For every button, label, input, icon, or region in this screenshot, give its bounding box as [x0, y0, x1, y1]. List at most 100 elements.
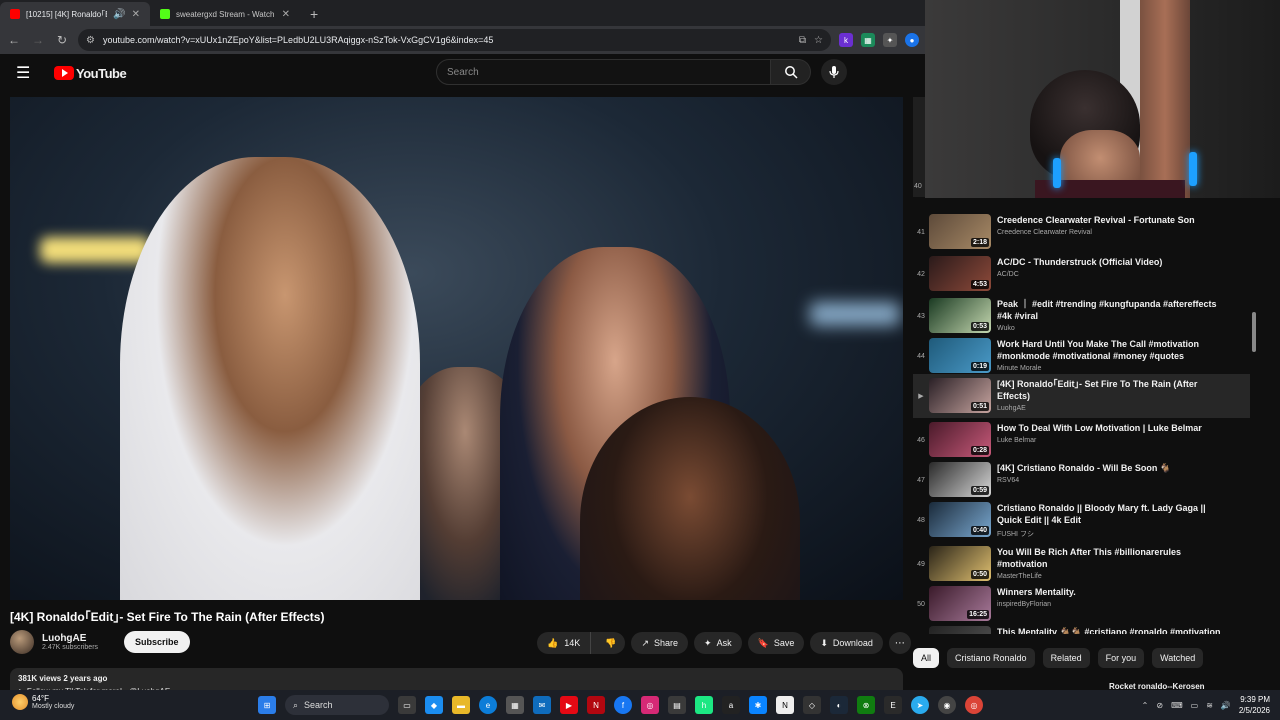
save-button[interactable]: 🔖 Save [747, 632, 805, 654]
subscribe-button[interactable]: Subscribe [124, 631, 190, 653]
playlist-thumbnail[interactable]: 0:40 [929, 502, 991, 537]
wifi-icon[interactable]: ≋ [1206, 701, 1213, 710]
playlist-thumbnail[interactable]: 16:25 [929, 586, 991, 621]
menu-icon[interactable]: ☰ [16, 63, 36, 83]
chip-watched[interactable]: Watched [1152, 648, 1204, 668]
playlist-thumbnail[interactable]: 0:51 [929, 378, 991, 413]
chrome-icon[interactable]: ◎ [965, 696, 983, 714]
subscriber-count: 2.47K subscribers [42, 644, 99, 651]
steam-icon[interactable]: ◐ [830, 696, 848, 714]
monitor-icon[interactable]: ▭ [1191, 701, 1199, 710]
voice-search-button[interactable] [821, 59, 847, 85]
network-off-icon[interactable]: ⊘ [1156, 701, 1163, 710]
speaker-icon[interactable]: 🔊 [113, 9, 125, 20]
playlist-thumbnail[interactable]: 4:53 [929, 256, 991, 291]
playlist-item[interactable]: 46 0:28 How To Deal With Low Motivation | … [913, 418, 1250, 462]
task-view-icon[interactable]: ▭ [398, 696, 416, 714]
chip-for-you[interactable]: For you [1097, 648, 1145, 668]
channel-name[interactable]: LuohgAE [42, 633, 98, 644]
video-player[interactable] [10, 97, 903, 600]
playlist-item[interactable]: 43 0:53 Peak ｜ #edit #trending #kungfupand… [913, 294, 1250, 338]
weather-widget[interactable]: 64°F Mostly cloudy [12, 694, 74, 710]
search-icon: ⌕ [293, 699, 299, 710]
playlist-item[interactable]: 41 2:18 Creedence Clearwater Revival - For… [913, 210, 1250, 254]
playlist-item-current[interactable]: ▶ 0:51 [4K] Ronaldo｢Edit｣- Set Fire To The… [913, 374, 1250, 418]
video-editor-icon[interactable]: ▤ [668, 696, 686, 714]
notion-icon[interactable]: N [776, 696, 794, 714]
capcut-icon[interactable]: ◇ [803, 696, 821, 714]
xbox-icon[interactable]: ⊗ [857, 696, 875, 714]
back-arrow-icon[interactable]: ← [6, 33, 22, 47]
hulu-icon[interactable]: h [695, 696, 713, 714]
edge-icon[interactable]: e [479, 696, 497, 714]
youtube-logo[interactable]: YouTube [54, 66, 127, 81]
settings-app-icon[interactable]: ✱ [749, 696, 767, 714]
install-app-icon[interactable]: ⧉ [799, 35, 806, 46]
playlist-item[interactable]: 42 4:53 AC/DC - Thunderstruck (Official Vi… [913, 252, 1250, 296]
instagram-icon[interactable]: ◎ [641, 696, 659, 714]
more-actions-button[interactable]: ⋯ [888, 632, 911, 654]
thumbs-down-icon: 👎 [605, 637, 617, 648]
new-tab-button[interactable]: + [300, 6, 328, 26]
like-button[interactable]: 👍 14K [537, 632, 592, 654]
site-info-icon[interactable]: ⚙ [86, 35, 95, 46]
ask-button[interactable]: ✦ Ask [694, 632, 742, 654]
extension-k-icon[interactable]: k [839, 33, 853, 47]
system-tray: ⌃ ⊘ ⌨ ▭ ≋ 🔊 9:39 PM 2/5/2026 [1142, 694, 1270, 716]
playlist-item[interactable]: This Mentality 🐐🐐 #cristiano #ronaldo #m… [913, 622, 1250, 634]
share-button[interactable]: ↗ Share [631, 632, 689, 654]
playlist-item[interactable]: 44 0:19 Work Hard Until You Make The Call … [913, 334, 1250, 378]
search-input[interactable]: Search [436, 59, 771, 85]
search-button[interactable] [771, 59, 811, 85]
browser-tab-youtube[interactable]: [10215] [4K] Ronaldo｢Edit｣ 🔊 ✕ [0, 2, 150, 26]
chip-related[interactable]: Related [1042, 648, 1090, 668]
playlist-thumbnail[interactable]: 0:50 [929, 546, 991, 581]
chip-all[interactable]: All [913, 648, 940, 668]
playlist-thumbnail[interactable] [929, 626, 991, 634]
close-tab-icon[interactable]: ✕ [282, 9, 290, 20]
forward-arrow-icon[interactable]: → [30, 33, 46, 47]
copilot-icon[interactable]: ◆ [425, 696, 443, 714]
playlist-scrollbar[interactable] [1252, 312, 1256, 352]
playlist-thumbnail[interactable]: 0:19 [929, 338, 991, 373]
extension-stats-icon[interactable]: ▦ [861, 33, 875, 47]
address-bar[interactable]: ⚙ youtube.com/watch?v=xUUx1nZEpoY&list=P… [78, 29, 831, 51]
related-video[interactable]: Rocket ronaldo--Kerosen [913, 680, 1280, 691]
extension-puzzle-icon[interactable]: ✦ [883, 33, 897, 47]
outlook-icon[interactable]: ✉ [533, 696, 551, 714]
playlist-item[interactable]: 48 0:40 Cristiano Ronaldo || Bloody Mary f… [913, 498, 1250, 542]
reload-icon[interactable]: ↻ [54, 33, 70, 47]
playlist-item[interactable]: 47 0:59 [4K] Cristiano Ronaldo - Will Be S… [913, 458, 1250, 502]
windows-start-icon[interactable]: ⊞ [258, 696, 276, 714]
chevron-up-icon[interactable]: ⌃ [1142, 701, 1149, 710]
file-explorer-icon[interactable]: ▬ [452, 696, 470, 714]
language-icon[interactable]: ⌨ [1171, 701, 1183, 710]
playlist-item[interactable]: 50 16:25 Winners Mentality. inspiredByFlori… [913, 582, 1250, 626]
windows-taskbar: 64°F Mostly cloudy ⊞ ⌕ Search ▭ ◆ ▬ e ▦ … [0, 690, 1280, 720]
close-tab-icon[interactable]: ✕ [132, 9, 140, 20]
profile-avatar-icon[interactable]: ● [905, 33, 919, 47]
playlist-item-title: [4K] Ronaldo｢Edit｣- Set Fire To The Rain… [997, 379, 1198, 401]
dislike-button[interactable]: 👎 [596, 638, 625, 649]
clock[interactable]: 9:39 PM 2/5/2026 [1239, 694, 1270, 716]
playlist-thumbnail[interactable]: 0:28 [929, 422, 991, 457]
chip-cristiano-ronaldo[interactable]: Cristiano Ronaldo [947, 648, 1035, 668]
epic-games-icon[interactable]: E [884, 696, 902, 714]
store-icon[interactable]: ▦ [506, 696, 524, 714]
amazon-icon[interactable]: a [722, 696, 740, 714]
telegram-icon[interactable]: ➤ [911, 696, 929, 714]
youtube-app-icon[interactable]: ▶ [560, 696, 578, 714]
download-button[interactable]: ⬇ Download [810, 632, 883, 654]
facebook-icon[interactable]: f [614, 696, 632, 714]
playlist-thumbnail[interactable]: 2:18 [929, 214, 991, 249]
bookmark-star-icon[interactable]: ☆ [814, 35, 823, 46]
playlist-thumbnail[interactable]: 0:53 [929, 298, 991, 333]
browser-tab-kick[interactable]: sweatergxd Stream - Watch Live ✕ [150, 2, 300, 26]
obs-icon[interactable]: ◉ [938, 696, 956, 714]
channel-avatar[interactable] [10, 630, 34, 654]
playlist-item[interactable]: 49 0:50 You Will Be Rich After This #billi… [913, 542, 1250, 586]
playlist-thumbnail[interactable]: 0:59 [929, 462, 991, 497]
volume-icon[interactable]: 🔊 [1221, 701, 1231, 710]
netflix-icon[interactable]: N [587, 696, 605, 714]
taskbar-search[interactable]: ⌕ Search [285, 695, 389, 715]
